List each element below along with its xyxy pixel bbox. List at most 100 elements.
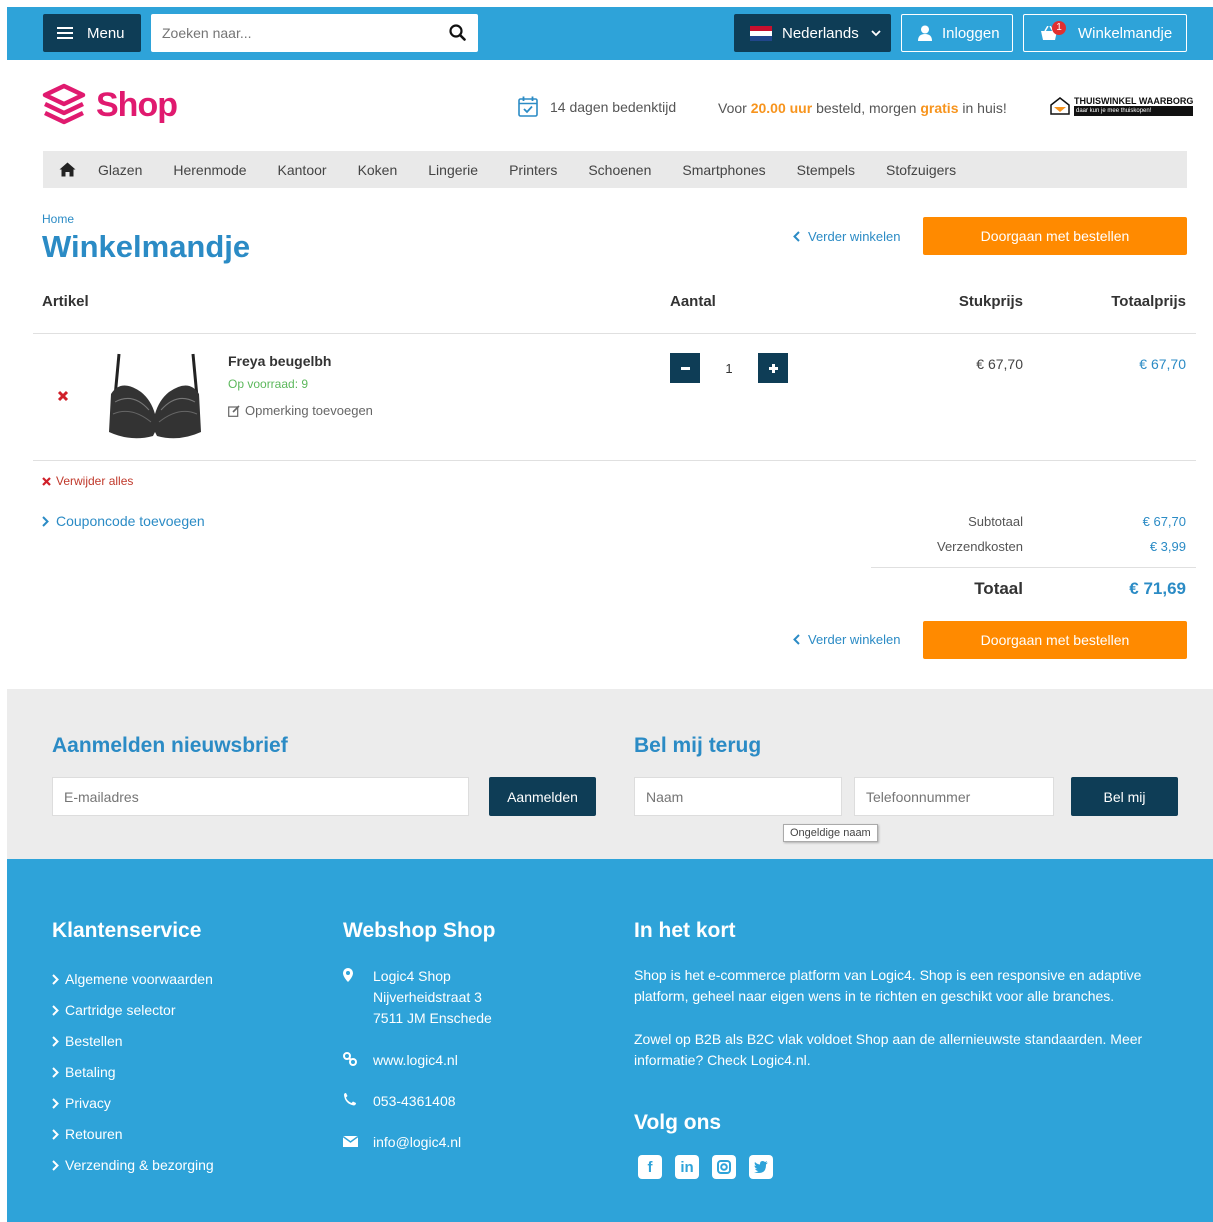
- footer-link-label: Retouren: [65, 1126, 123, 1142]
- nav-item-herenmode[interactable]: Herenmode: [173, 162, 246, 178]
- category-nav: Glazen Herenmode Kantoor Koken Lingerie …: [43, 151, 1187, 188]
- col-total-price-header: Totaalprijs: [1111, 293, 1186, 310]
- checkout-button-top[interactable]: Doorgaan met bestellen: [923, 217, 1187, 255]
- nav-item-kantoor[interactable]: Kantoor: [278, 162, 327, 178]
- add-coupon-link[interactable]: Couponcode toevoegen: [42, 513, 205, 529]
- chevron-right-icon: [52, 1035, 59, 1047]
- footer-link-returns[interactable]: Retouren: [52, 1126, 123, 1142]
- remove-all-icon: [42, 476, 51, 486]
- language-select[interactable]: Nederlands: [734, 14, 891, 52]
- follow-title: Volg ons: [634, 1111, 722, 1134]
- cart-button[interactable]: 1 Winkelmandje: [1023, 14, 1187, 52]
- col-quantity-header: Aantal: [670, 293, 716, 310]
- footer-website[interactable]: www.logic4.nl: [343, 1050, 458, 1071]
- continue-shopping-link-bottom[interactable]: Verder winkelen: [793, 632, 901, 647]
- instagram-icon[interactable]: [712, 1155, 736, 1179]
- twitter-icon[interactable]: [749, 1155, 773, 1179]
- address-line: 7511 JM Enschede: [373, 1010, 492, 1026]
- footer-link-shipping[interactable]: Verzending & bezorging: [52, 1157, 214, 1173]
- chevron-left-icon: [793, 634, 800, 645]
- page-title: Winkelmandje: [42, 229, 251, 264]
- footer-link-payment[interactable]: Betaling: [52, 1064, 116, 1080]
- newsletter-subscribe-button[interactable]: Aanmelden: [489, 777, 596, 816]
- cart-label: Winkelmandje: [1078, 24, 1173, 42]
- nav-item-schoenen[interactable]: Schoenen: [588, 162, 651, 178]
- nav-item-printers[interactable]: Printers: [509, 162, 557, 178]
- map-marker-icon: [343, 966, 373, 1029]
- newsletter-title: Aanmelden nieuwsbrief: [52, 734, 288, 757]
- edit-icon: [228, 404, 240, 417]
- footer-link-cartridge[interactable]: Cartridge selector: [52, 1002, 176, 1018]
- thuiswinkel-waarborg-badge[interactable]: THUISWINKEL WAARBORG daar kun je mee thui…: [1050, 96, 1194, 116]
- address-line: Logic4 Shop: [373, 968, 451, 984]
- footer-link-terms[interactable]: Algemene voorwaarden: [52, 971, 213, 987]
- top-bar: Menu Nederlands Inloggen 1 Win: [7, 7, 1213, 60]
- calendar-check-icon: [518, 96, 538, 117]
- validation-tooltip: Ongeldige naam: [783, 824, 878, 842]
- footer-link-ordering[interactable]: Bestellen: [52, 1033, 123, 1049]
- add-note-link[interactable]: Opmerking toevoegen: [228, 403, 373, 418]
- continue-shopping-label: Verder winkelen: [808, 632, 901, 647]
- usp-delivery: Voor 20.00 uur besteld, morgen gratis in…: [718, 100, 1007, 116]
- linkedin-icon[interactable]: in: [675, 1155, 699, 1179]
- chevron-right-icon: [52, 1159, 59, 1171]
- webshop-title: Webshop Shop: [343, 919, 496, 942]
- customer-service-title: Klantenservice: [52, 919, 202, 942]
- footer-link-privacy[interactable]: Privacy: [52, 1095, 111, 1111]
- chevron-down-icon: [871, 29, 881, 37]
- remove-item-icon[interactable]: [57, 389, 69, 407]
- add-coupon-label: Couponcode toevoegen: [56, 513, 205, 529]
- shipping-label: Verzendkosten: [936, 539, 1023, 554]
- facebook-icon[interactable]: f: [638, 1155, 662, 1179]
- col-article-header: Artikel: [42, 293, 89, 310]
- nl-flag-icon: [750, 25, 772, 41]
- remove-all-link[interactable]: Verwijder alles: [42, 474, 133, 488]
- quantity-decrease-button[interactable]: [670, 353, 700, 383]
- chevron-right-icon: [52, 1066, 59, 1078]
- quantity-input[interactable]: 1: [700, 353, 758, 383]
- newsletter-email-input[interactable]: [52, 777, 469, 816]
- callback-button[interactable]: Bel mij: [1071, 777, 1178, 816]
- nav-item-smartphones[interactable]: Smartphones: [682, 162, 765, 178]
- logo-text: Shop: [96, 85, 178, 124]
- shop-logo[interactable]: Shop: [42, 83, 178, 127]
- item-unit-price: € 67,70: [976, 356, 1023, 372]
- checkout-button-bottom[interactable]: Doorgaan met bestellen: [923, 621, 1187, 659]
- usp-delivery-free: gratis: [920, 100, 959, 116]
- login-button[interactable]: Inloggen: [901, 14, 1013, 52]
- hamburger-icon: [57, 27, 73, 39]
- callback-title: Bel mij terug: [634, 734, 762, 757]
- website-link: www.logic4.nl: [373, 1052, 458, 1068]
- waarborg-house-icon: [1050, 97, 1070, 115]
- quantity-increase-button[interactable]: [758, 353, 788, 383]
- login-label: Inloggen: [942, 24, 1000, 42]
- callback-phone-input[interactable]: [854, 777, 1054, 816]
- total-label: Totaal: [974, 579, 1023, 598]
- footer-address: Logic4 Shop Nijverheidstraat 3 7511 JM Ens…: [343, 966, 492, 1029]
- phone-number: 053-4361408: [373, 1093, 456, 1109]
- continue-shopping-link-top[interactable]: Verder winkelen: [793, 229, 901, 244]
- nav-item-stofzuigers[interactable]: Stofzuigers: [886, 162, 956, 178]
- breadcrumb-home[interactable]: Home: [42, 212, 74, 226]
- nav-item-koken[interactable]: Koken: [358, 162, 398, 178]
- waarborg-title: THUISWINKEL WAARBORG: [1074, 96, 1194, 106]
- search-box: [151, 14, 478, 52]
- search-input[interactable]: [151, 14, 431, 52]
- nav-item-stempels[interactable]: Stempels: [797, 162, 855, 178]
- footer-phone[interactable]: 053-4361408: [343, 1091, 456, 1112]
- user-icon: [918, 25, 932, 41]
- usp-delivery-time: 20.00 uur: [750, 100, 813, 116]
- product-name[interactable]: Freya beugelbh: [228, 353, 331, 369]
- nav-item-lingerie[interactable]: Lingerie: [428, 162, 478, 178]
- search-icon[interactable]: [449, 24, 466, 46]
- home-icon[interactable]: [59, 162, 76, 177]
- continue-shopping-label: Verder winkelen: [808, 229, 901, 244]
- callback-name-input[interactable]: [634, 777, 842, 816]
- subtotal-value: € 67,70: [1142, 514, 1186, 529]
- footer-email[interactable]: info@logic4.nl: [343, 1132, 461, 1153]
- product-image[interactable]: [105, 352, 205, 447]
- product-stock-status: Op voorraad: 9: [228, 377, 309, 391]
- chevron-right-icon: [52, 1128, 59, 1140]
- nav-item-glazen[interactable]: Glazen: [98, 162, 142, 178]
- menu-button[interactable]: Menu: [43, 14, 141, 52]
